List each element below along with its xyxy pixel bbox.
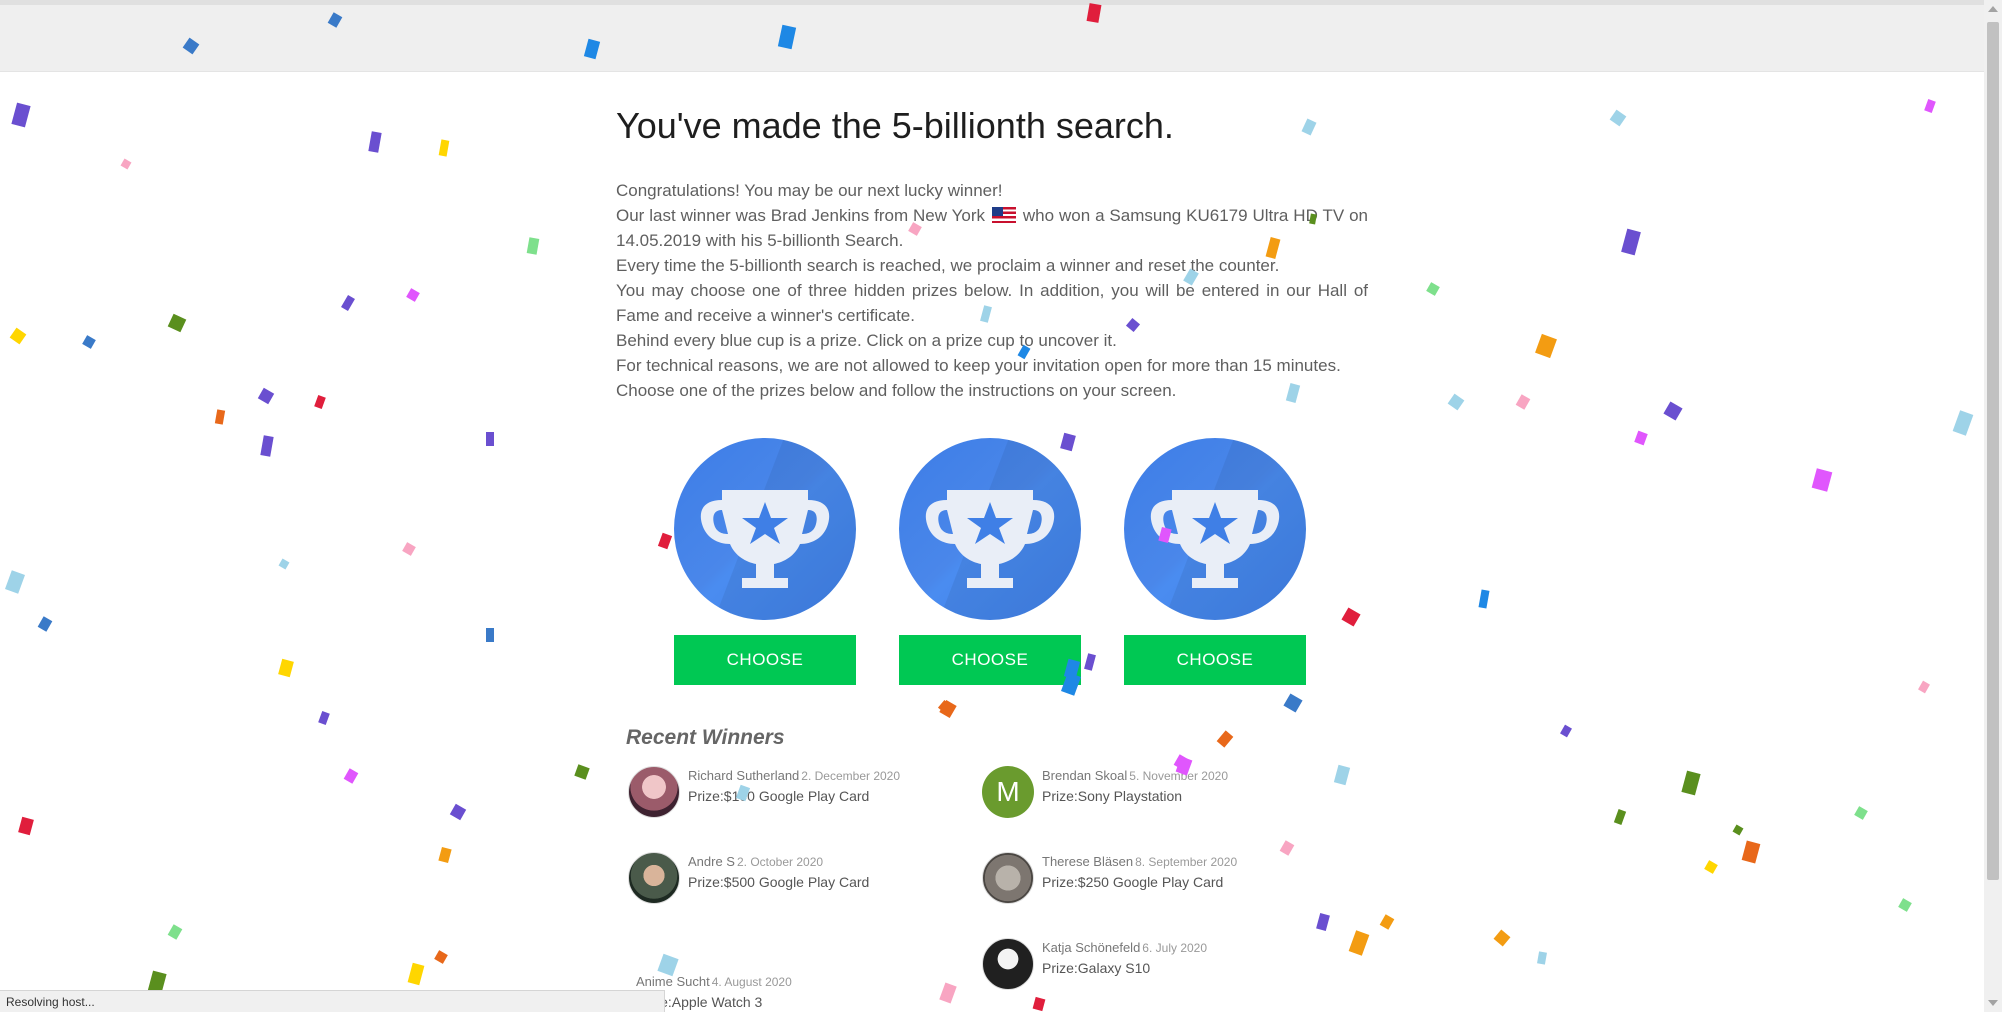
avatar [982,852,1034,904]
scroll-down-arrow-icon[interactable] [1988,1000,1998,1006]
winner-entry: M Brendan Skoal 5. November 2020 Prize:So… [982,766,1322,822]
winner-date: 5. November 2020 [1129,769,1229,783]
avatar [982,938,1034,990]
us-flag-icon [991,207,1016,223]
winner-date: 6. July 2020 [1142,941,1208,955]
vertical-scrollbar[interactable] [1984,0,2002,1012]
message-line: Behind every blue cup is a prize. Click … [616,331,1117,350]
winner-name: Andre S [688,854,735,869]
trophy-icon [700,438,856,620]
avatar [628,766,680,818]
status-bar: Resolving host... [0,990,665,1012]
winner-name: Katja Schönefeld [1042,940,1141,955]
trophy-icon [1150,438,1306,620]
winner-name: Anime Sucht [636,974,710,989]
winner-entry: Therese Bläsen 8. September 2020 Prize:$2… [982,852,1322,908]
prize-cup[interactable] [899,438,1081,620]
prize-option-2: CHOOSE [899,438,1081,685]
avatar: M [982,766,1034,818]
winner-date: 2. October 2020 [736,855,824,869]
winner-prize: Prize:Galaxy S10 [1042,960,1151,976]
choose-button[interactable]: CHOOSE [899,635,1081,685]
winner-date: 8. September 2020 [1135,855,1238,869]
winner-entry: Katja Schönefeld 6. July 2020 Prize:Galax… [982,938,1322,994]
choose-button[interactable]: CHOOSE [674,635,856,685]
message-line: Choose one of the prizes below and follo… [616,381,1177,400]
winner-entry: Richard Sutherland 2. December 2020 Prize… [628,766,968,822]
message-line: Every time the 5-billionth search is rea… [616,256,1280,275]
prize-option-1: CHOOSE [674,438,856,685]
winner-prize: Prize:$250 Google Play Card [1042,874,1224,890]
recent-winners-title: Recent Winners [626,726,785,749]
message-line: Congratulations! You may be our next luc… [616,181,1003,200]
prize-selection: CHOOSE CHOOSE CHOOSE [674,438,1306,688]
last-winner-text: Our last winner was Brad Jenkins from Ne… [616,206,986,225]
winner-prize: Prize:$100 Google Play Card [688,788,870,804]
prize-cup[interactable] [674,438,856,620]
trophy-icon [925,438,1081,620]
last-winner-line: Our last winner was Brad Jenkins from Ne… [616,203,1368,253]
winner-date: 4. August 2020 [711,975,792,989]
main-content: You've made the 5-billionth search. Cong… [616,96,1368,403]
prize-cup[interactable] [1124,438,1306,620]
recent-winners-section: Recent Winners Richard Sutherland 2. Dece… [626,726,1366,1010]
page-title: You've made the 5-billionth search. [616,105,1174,146]
winner-name: Therese Bläsen [1042,854,1134,869]
winner-entry: Andre S 2. October 2020 Prize:$500 Google… [628,852,968,908]
winner-name: Richard Sutherland [688,768,800,783]
prize-option-3: CHOOSE [1124,438,1306,685]
winner-prize: Prize:Sony Playstation [1042,788,1183,804]
winner-date: 2. December 2020 [801,769,901,783]
scroll-thumb[interactable] [1987,22,1999,880]
choose-button[interactable]: CHOOSE [1124,635,1306,685]
avatar [628,852,680,904]
message-line: You may choose one of three hidden prize… [616,281,1368,325]
winner-name: Brendan Skoal [1042,768,1128,783]
congratulations-message: Congratulations! You may be our next luc… [616,178,1368,403]
message-line: For technical reasons, we are not allowe… [616,356,1341,375]
browser-top-bar [0,0,1984,72]
winner-prize: Prize:$500 Google Play Card [688,874,870,890]
scroll-up-arrow-icon[interactable] [1988,6,1998,12]
